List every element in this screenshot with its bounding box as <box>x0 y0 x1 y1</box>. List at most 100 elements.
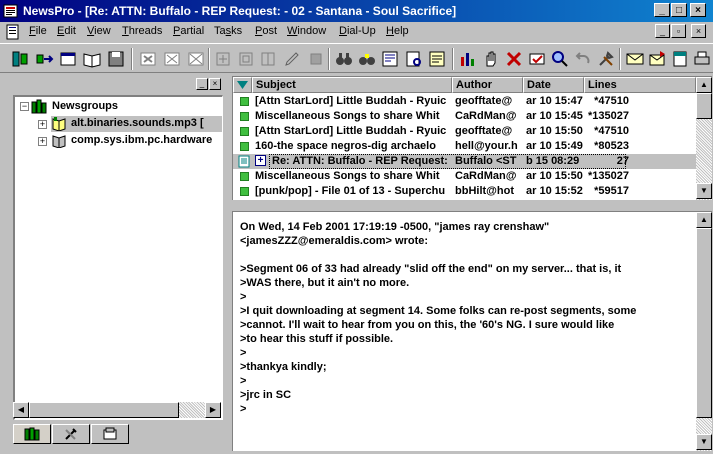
filter-icon[interactable] <box>380 49 400 69</box>
menu-edit[interactable]: Edit <box>57 25 76 37</box>
toolbar-separator <box>452 48 454 70</box>
undo-icon[interactable] <box>573 49 593 69</box>
collapse-icon[interactable]: − <box>20 102 29 111</box>
menu-partial[interactable]: Partial <box>173 25 204 37</box>
print-icon[interactable] <box>692 49 712 69</box>
row-subject: Miscellaneous Songs to share Whit <box>255 170 440 182</box>
menu-tasks[interactable]: Tasks <box>214 25 242 37</box>
binoculars-icon[interactable] <box>334 49 354 69</box>
scroll-down-button[interactable]: ▼ <box>696 434 712 450</box>
tools-icon[interactable] <box>596 49 616 69</box>
close-button[interactable]: × <box>690 3 706 17</box>
search-list-icon[interactable] <box>404 49 424 69</box>
scroll-down-button[interactable]: ▼ <box>696 183 712 199</box>
article-row[interactable]: [Attn StarLord] Little Buddah - Ryuic geo… <box>233 124 696 139</box>
article-row[interactable]: Miscellaneous Songs to share Whit CaRdMan… <box>233 109 696 124</box>
unread-marker-icon <box>240 112 249 121</box>
check-icon[interactable] <box>527 49 547 69</box>
unread-marker-icon <box>240 187 249 196</box>
row-subject: [Attn StarLord] Little Buddah - Ryuic <box>255 125 447 137</box>
newsgroup-pane: _ × − Newsgroups + alt.binaries.sounds.m… <box>3 76 225 448</box>
connect-icon[interactable] <box>10 49 30 69</box>
article-row[interactable]: [punk/pop] - File 01 of 13 - Superchu bbH… <box>233 184 696 199</box>
toolbar-separator <box>208 48 210 70</box>
reply-mail-icon[interactable] <box>648 49 668 69</box>
mark-read-icon[interactable] <box>162 49 182 69</box>
toolbar <box>0 43 713 73</box>
message-line: <jamesZZZ@emeraldis.com> wrote: <box>240 235 429 247</box>
menu-post[interactable]: Post <box>255 25 277 37</box>
split-icon[interactable] <box>258 49 278 69</box>
get-headers-icon[interactable] <box>58 49 78 69</box>
message-body[interactable]: On Wed, 14 Feb 2001 17:19:19 -0500, "jam… <box>232 211 712 451</box>
hand-icon[interactable] <box>481 49 501 69</box>
scroll-thumb[interactable] <box>696 228 712 418</box>
disconnect-icon[interactable] <box>35 49 55 69</box>
column-author[interactable]: Author <box>452 77 523 93</box>
tab-newsgroups[interactable] <box>13 424 51 444</box>
article-row[interactable]: + Re: ATTN: Buffalo - REP Request: Buffalo… <box>233 154 696 169</box>
column-lines[interactable]: Lines <box>584 77 696 93</box>
open-book-icon[interactable] <box>82 49 102 69</box>
scroll-up-button[interactable]: ▲ <box>696 212 712 228</box>
sort-column-header[interactable] <box>233 77 252 93</box>
scroll-up-button[interactable]: ▲ <box>696 77 712 93</box>
scroll-thumb[interactable] <box>29 402 179 418</box>
mail-icon[interactable] <box>625 49 645 69</box>
tree-horizontal-scrollbar[interactable]: ◀ ▶ <box>13 402 221 418</box>
row-subject: Re: ATTN: Buffalo - REP Request: <box>272 155 448 167</box>
expand-icon[interactable]: + <box>38 120 47 129</box>
kill-filter-icon[interactable] <box>504 49 524 69</box>
menu-threads[interactable]: Threads <box>122 25 162 37</box>
child-minimize-button[interactable]: _ <box>655 24 670 38</box>
row-lines: *47510 <box>594 95 629 107</box>
row-date: ar 10 15:47 <box>526 95 583 107</box>
menu-help[interactable]: Help <box>386 25 409 37</box>
menu-bar: File Edit View Threads Partial Tasks Pos… <box>0 22 713 42</box>
stop-icon[interactable] <box>306 49 326 69</box>
combine-icon[interactable] <box>236 49 256 69</box>
menu-window[interactable]: Window <box>287 25 326 37</box>
toolbar-separator <box>619 48 621 70</box>
child-restore-button[interactable]: ▫ <box>671 24 686 38</box>
address-book-icon[interactable] <box>670 49 690 69</box>
menu-view[interactable]: View <box>87 25 111 37</box>
decode-icon[interactable] <box>213 49 233 69</box>
expand-icon[interactable]: + <box>38 137 47 146</box>
row-lines: *59517 <box>594 185 629 197</box>
column-subject[interactable]: Subject <box>252 77 452 93</box>
list-vertical-scrollbar[interactable]: ▲ ▼ <box>696 77 712 200</box>
message-line: On Wed, 14 Feb 2001 17:19:19 -0500, "jam… <box>240 221 550 233</box>
scroll-left-button[interactable]: ◀ <box>13 402 29 418</box>
maximize-button[interactable]: □ <box>671 3 687 17</box>
menu-file[interactable]: File <box>29 25 47 37</box>
edit-post-icon[interactable] <box>282 49 302 69</box>
menu-dialup[interactable]: Dial-Up <box>339 25 376 37</box>
article-row[interactable]: 160-the space negros-dig archaelo hell@yo… <box>233 139 696 154</box>
save-icon[interactable] <box>106 49 126 69</box>
minimize-button[interactable]: _ <box>654 3 670 17</box>
pane-minimize-button[interactable]: _ <box>196 78 208 90</box>
newspro-app-icon[interactable] <box>3 3 19 19</box>
tab-tasks[interactable] <box>52 424 90 444</box>
notes-icon[interactable] <box>427 49 447 69</box>
tree-node-group[interactable]: alt.binaries.sounds.mp3 [ <box>51 116 222 132</box>
statistics-icon[interactable] <box>458 49 478 69</box>
delete-icon[interactable] <box>138 49 158 69</box>
pane-close-button[interactable]: × <box>209 78 221 90</box>
scroll-right-button[interactable]: ▶ <box>205 402 221 418</box>
column-date[interactable]: Date <box>523 77 584 93</box>
find-next-icon[interactable] <box>357 49 377 69</box>
article-row[interactable]: Miscellaneous Songs to share Whit CaRdMan… <box>233 169 696 184</box>
article-row[interactable]: [Attn StarLord] Little Buddah - Ryuic geo… <box>233 94 696 109</box>
child-close-button[interactable]: × <box>691 24 706 38</box>
tab-folders[interactable] <box>91 424 129 444</box>
scroll-thumb[interactable] <box>696 93 712 119</box>
row-author: CaRdMan@ <box>455 110 517 122</box>
cancel-icon[interactable] <box>186 49 206 69</box>
magnifier-icon[interactable] <box>550 49 570 69</box>
thread-expand-icon[interactable]: + <box>255 155 266 166</box>
tree-node-label: alt.binaries.sounds.mp3 [ <box>71 117 204 129</box>
document-window-icon[interactable] <box>5 24 21 40</box>
body-vertical-scrollbar[interactable]: ▲ ▼ <box>696 212 712 451</box>
